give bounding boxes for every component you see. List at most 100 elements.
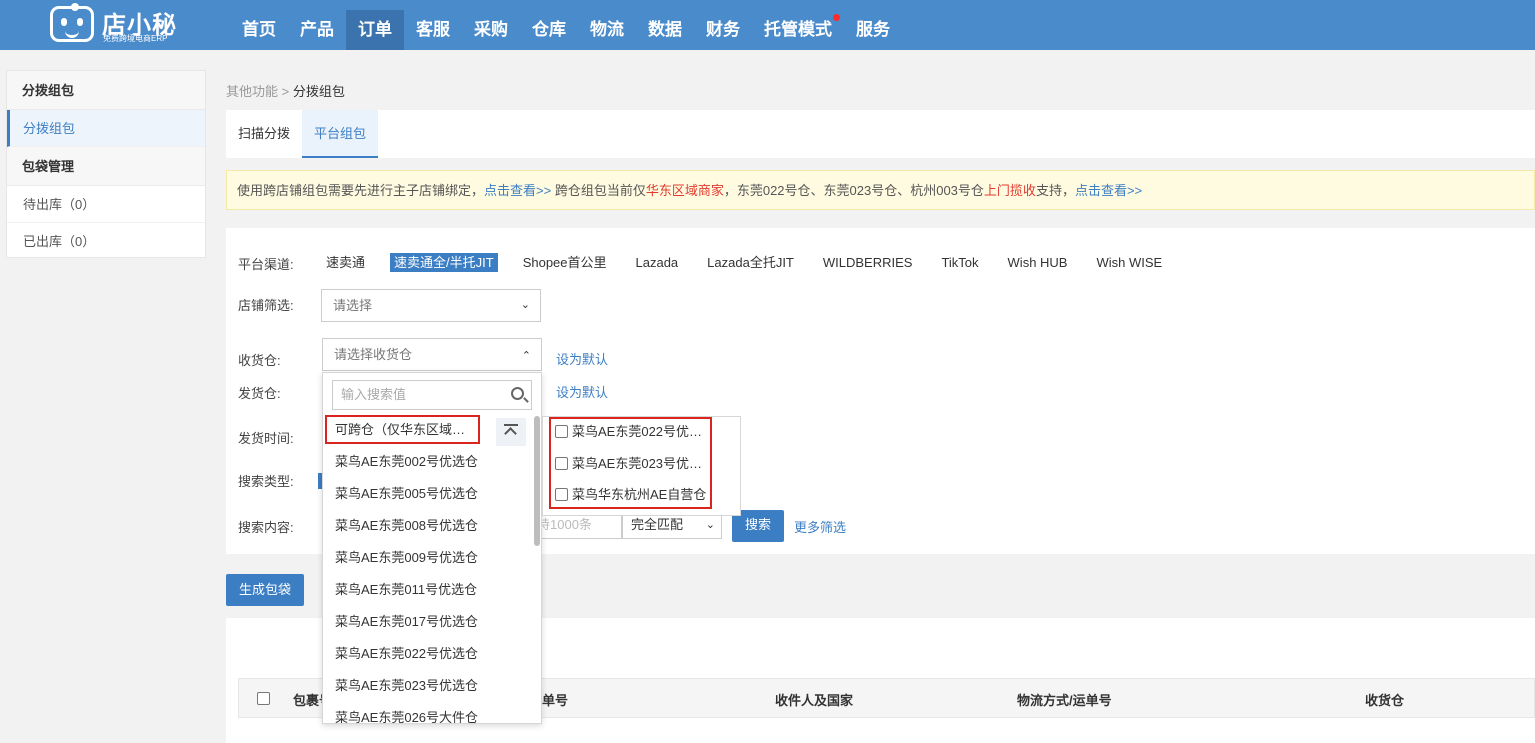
option-warehouse[interactable]: 菜鸟AE东莞005号优选仓 bbox=[323, 478, 535, 510]
option-warehouse[interactable]: 菜鸟AE东莞017号优选仓 bbox=[323, 606, 535, 638]
sidebar-group-bag-management: 包袋管理 bbox=[7, 147, 205, 186]
receive-warehouse-label: 收货仓: bbox=[238, 353, 281, 368]
sidebar-item-shipped-outbound[interactable]: 已出库（0） bbox=[7, 223, 205, 260]
col-recipient-country: 收件人及国家 bbox=[775, 693, 854, 708]
breadcrumb-separator: > bbox=[281, 84, 290, 99]
dropdown-search-input[interactable]: 输入搜索值 bbox=[332, 380, 532, 410]
ship-warehouse-label: 发货仓: bbox=[238, 386, 281, 401]
nav-products[interactable]: 产品 bbox=[288, 0, 346, 50]
tab-platform-packing[interactable]: 平台组包 bbox=[302, 110, 379, 158]
channel-wildberries[interactable]: WILDBERRIES bbox=[819, 253, 917, 272]
nav-customer-service[interactable]: 客服 bbox=[404, 0, 462, 50]
channel-wish-hub[interactable]: Wish HUB bbox=[1004, 253, 1072, 272]
logo[interactable]: 店小秘 免费跨境电商ERP bbox=[50, 3, 210, 44]
channel-aliexpress-jit[interactable]: 速卖通全/半托JIT bbox=[390, 253, 498, 272]
sidebar-group-distribution: 分拨组包 bbox=[7, 71, 205, 110]
notice-link-1[interactable]: 点击查看>> bbox=[484, 183, 551, 198]
notice-text-3: ，东莞022号仓、东莞023号仓、杭州003号仓 bbox=[723, 183, 984, 198]
chevron-up-icon: ⌃ bbox=[521, 350, 531, 362]
cross-warehouse-subpanel: 菜鸟AE东莞022号优选仓 菜鸟AE东莞023号优选仓 菜鸟华东杭州AE自营仓 bbox=[542, 416, 741, 516]
nav-services[interactable]: 服务 bbox=[844, 0, 902, 50]
sidebar-item-pending-outbound[interactable]: 待出库（0） bbox=[7, 186, 205, 223]
subpanel-option[interactable]: 菜鸟AE东莞023号优选仓 bbox=[555, 454, 715, 474]
notice-link-2[interactable]: 点击查看>> bbox=[1075, 183, 1142, 198]
shop-select-placeholder: 请选择 bbox=[333, 298, 373, 313]
option-checkbox[interactable] bbox=[555, 488, 568, 502]
channel-lazada[interactable]: Lazada bbox=[632, 253, 683, 272]
notification-dot-icon bbox=[833, 14, 840, 21]
option-checkbox[interactable] bbox=[555, 425, 568, 439]
subpanel-option[interactable]: 菜鸟华东杭州AE自营仓 bbox=[555, 485, 715, 505]
receive-set-default-link[interactable]: 设为默认 bbox=[556, 349, 608, 368]
nav-data[interactable]: 数据 bbox=[636, 0, 694, 50]
sidebar-item-distribution-packing[interactable]: 分拨组包 bbox=[7, 110, 205, 147]
subpanel-option-label: 菜鸟AE东莞023号优选仓 bbox=[572, 456, 715, 471]
breadcrumb-parent[interactable]: 其他功能 bbox=[226, 84, 278, 99]
dropdown-scrollbar[interactable] bbox=[534, 416, 540, 546]
nav-home[interactable]: 首页 bbox=[230, 0, 288, 50]
option-warehouse[interactable]: 菜鸟AE东莞008号优选仓 bbox=[323, 510, 535, 542]
option-warehouse[interactable]: 菜鸟AE东莞011号优选仓 bbox=[323, 574, 535, 606]
sidebar: 分拨组包 分拨组包 包袋管理 待出库（0） 已出库（0） bbox=[6, 70, 206, 260]
collapse-group-button[interactable] bbox=[496, 418, 526, 446]
option-warehouse[interactable]: 菜鸟AE东莞022号优选仓 bbox=[323, 638, 535, 670]
nav-warehouse[interactable]: 仓库 bbox=[520, 0, 578, 50]
main-nav: 首页 产品 订单 客服 采购 仓库 物流 数据 财务 托管模式 服务 bbox=[230, 0, 902, 50]
col-logistics-tracking: 物流方式/运单号 bbox=[1017, 693, 1112, 708]
nav-finance[interactable]: 财务 bbox=[694, 0, 752, 50]
tab-scan-distribution[interactable]: 扫描分拨 bbox=[226, 110, 302, 158]
more-filters-link[interactable]: 更多筛选 bbox=[794, 517, 846, 536]
option-warehouse[interactable]: 菜鸟AE东莞002号优选仓 bbox=[323, 446, 535, 478]
highlight-box bbox=[325, 415, 480, 444]
shop-select[interactable]: 请选择 ⌄ bbox=[321, 289, 541, 322]
search-icon[interactable] bbox=[511, 387, 524, 400]
chevron-down-icon: ⌄ bbox=[520, 299, 530, 311]
match-mode-value: 完全匹配 bbox=[631, 517, 684, 532]
receive-warehouse-placeholder: 请选择收货仓 bbox=[334, 347, 413, 362]
receive-warehouse-select[interactable]: 请选择收货仓 ⌃ bbox=[322, 338, 542, 371]
notice-banner: 使用跨店铺组包需要先进行主子店铺绑定，点击查看>> 跨仓组包当前仅华东区域商家，… bbox=[226, 170, 1535, 210]
col-receive-warehouse: 收货仓 bbox=[1365, 693, 1405, 708]
nav-hosting-mode-label: 托管模式 bbox=[764, 20, 832, 39]
receive-warehouse-dropdown: 输入搜索值 可跨仓（仅华东区域商家） 菜鸟AE东莞002号优选仓 菜鸟AE东莞0… bbox=[322, 372, 542, 724]
select-all-checkbox[interactable] bbox=[257, 692, 270, 705]
breadcrumb-current: 分拨组包 bbox=[292, 84, 345, 99]
tab-bar: 扫描分拨 平台组包 bbox=[226, 110, 1535, 158]
collapse-up-icon bbox=[504, 424, 518, 426]
notice-highlight-1: 华东区域商家 bbox=[645, 183, 724, 198]
nav-purchase[interactable]: 采购 bbox=[462, 0, 520, 50]
option-checkbox[interactable] bbox=[555, 457, 568, 471]
dropdown-search-placeholder: 输入搜索值 bbox=[341, 387, 407, 402]
notice-text-4: 支持， bbox=[1035, 183, 1075, 198]
notice-text-1: 使用跨店铺组包需要先进行主子店铺绑定， bbox=[237, 183, 485, 198]
channel-list: 速卖通 速卖通全/半托JIT Shopee首公里 Lazada Lazada全托… bbox=[322, 253, 1187, 272]
generate-bag-button[interactable]: 生成包袋 bbox=[226, 574, 304, 606]
nav-hosting-mode[interactable]: 托管模式 bbox=[752, 0, 844, 50]
channel-wish-wise[interactable]: Wish WISE bbox=[1092, 253, 1166, 272]
notice-highlight-2: 上门揽收 bbox=[983, 183, 1036, 198]
ship-time-label: 发货时间: bbox=[238, 431, 294, 446]
option-warehouse[interactable]: 菜鸟AE东莞009号优选仓 bbox=[323, 542, 535, 574]
nav-logistics[interactable]: 物流 bbox=[578, 0, 636, 50]
ship-set-default-link[interactable]: 设为默认 bbox=[556, 382, 608, 401]
channel-aliexpress[interactable]: 速卖通 bbox=[322, 253, 369, 272]
search-type-label: 搜索类型: bbox=[238, 474, 294, 489]
dropdown-option-list: 可跨仓（仅华东区域商家） 菜鸟AE东莞002号优选仓 菜鸟AE东莞005号优选仓… bbox=[323, 414, 535, 723]
channel-lazada-jit[interactable]: Lazada全托JIT bbox=[703, 253, 798, 272]
channel-tiktok[interactable]: TikTok bbox=[937, 253, 982, 272]
robot-logo-icon bbox=[50, 3, 94, 42]
subpanel-option-label: 菜鸟华东杭州AE自营仓 bbox=[572, 487, 707, 502]
channel-shopee[interactable]: Shopee首公里 bbox=[519, 253, 611, 272]
nav-orders[interactable]: 订单 bbox=[346, 10, 404, 50]
subpanel-option[interactable]: 菜鸟AE东莞022号优选仓 bbox=[555, 422, 715, 442]
option-warehouse[interactable]: 菜鸟AE东莞026号大件仓 bbox=[323, 702, 493, 723]
breadcrumb: 其他功能 > 分拨组包 bbox=[226, 81, 345, 100]
subpanel-option-label: 菜鸟AE东莞022号优选仓 bbox=[572, 424, 715, 439]
channel-label: 平台渠道: bbox=[238, 257, 294, 272]
search-content-label: 搜索内容: bbox=[238, 520, 294, 535]
top-navbar: 店小秘 免费跨境电商ERP 首页 产品 订单 客服 采购 仓库 物流 数据 财务… bbox=[0, 0, 1535, 50]
chevron-up-icon bbox=[504, 427, 517, 440]
shop-filter-label: 店铺筛选: bbox=[238, 298, 294, 313]
option-warehouse[interactable]: 菜鸟AE东莞023号优选仓 bbox=[323, 670, 535, 702]
notice-text-2: 跨仓组包当前仅 bbox=[551, 183, 646, 198]
